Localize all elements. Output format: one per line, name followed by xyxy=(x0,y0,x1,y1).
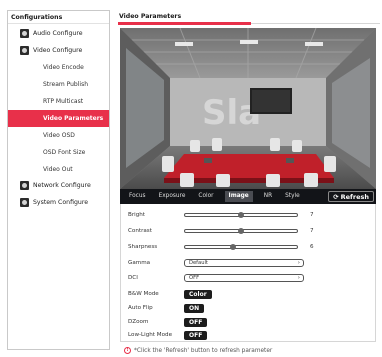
video-icon xyxy=(20,46,29,55)
gamma-select[interactable]: Default › xyxy=(184,259,304,267)
sidebar-title: Configurations xyxy=(8,11,109,24)
bw-mode-row: B&W Mode Color xyxy=(121,288,375,300)
auto-flip-label: Auto Flip xyxy=(128,305,153,311)
sidebar-item-video-configure[interactable]: Video Configure xyxy=(8,42,109,59)
sidebar-item-stream-publish[interactable]: Stream Publish xyxy=(8,76,109,93)
dci-select[interactable]: OFF › xyxy=(184,274,304,282)
sidebar-item-video-encode[interactable]: Video Encode xyxy=(8,59,109,76)
bright-label: Bright xyxy=(128,212,145,218)
bw-mode-label: B&W Mode xyxy=(128,291,159,297)
low-light-mode-toggle[interactable]: OFF xyxy=(184,330,208,340)
slider-handle[interactable] xyxy=(238,228,244,234)
title-underline xyxy=(118,22,251,25)
audio-icon xyxy=(20,29,29,38)
slider-handle[interactable] xyxy=(230,244,236,250)
parameter-tabs: Focus Exposure Color Image NR Style ⟳ Re… xyxy=(120,189,376,204)
sharpness-value: 6 xyxy=(310,244,314,250)
dzoom-label: DZoom xyxy=(128,319,149,325)
bright-slider[interactable] xyxy=(184,212,298,218)
system-icon xyxy=(20,198,29,207)
contrast-label: Contrast xyxy=(128,228,152,234)
chevron-right-icon: › xyxy=(297,260,300,266)
slider-track xyxy=(184,245,298,249)
gamma-row: Gamma Default › xyxy=(121,257,375,269)
sidebar: Configurations Audio Configure Video Con… xyxy=(7,10,110,350)
sidebar-item-label: Audio Configure xyxy=(33,30,83,37)
dzoom-row: DZoom OFF xyxy=(121,316,375,328)
video-preview[interactable]: Sla xyxy=(120,28,376,189)
tab-style[interactable]: Style xyxy=(283,191,302,202)
gamma-selected-value: Default xyxy=(189,260,208,266)
tab-image[interactable]: Image xyxy=(224,191,253,202)
bw-mode-toggle[interactable]: Color xyxy=(184,289,212,299)
sidebar-item-rtp-multicast[interactable]: RTP Multicast xyxy=(8,93,109,110)
gamma-label: Gamma xyxy=(128,260,151,266)
network-icon xyxy=(20,181,29,190)
info-icon: ! xyxy=(124,347,131,354)
refresh-icon: ⟳ xyxy=(333,192,339,201)
contrast-slider[interactable] xyxy=(184,228,298,234)
sidebar-item-audio-configure[interactable]: Audio Configure xyxy=(8,25,109,42)
low-light-mode-label: Low-Light Mode xyxy=(128,332,173,338)
refresh-hint-text: *Click the 'Refresh' button to refresh p… xyxy=(134,347,273,354)
bright-row: Bright 7 xyxy=(121,209,375,221)
dci-selected-value: OFF xyxy=(189,275,200,281)
sidebar-item-video-parameters[interactable]: Video Parameters xyxy=(8,110,109,127)
sidebar-item-video-osd[interactable]: Video OSD xyxy=(8,127,109,144)
slider-handle[interactable] xyxy=(238,212,244,218)
auto-flip-toggle[interactable]: ON xyxy=(184,303,205,313)
sharpness-row: Sharpness 6 xyxy=(121,241,375,253)
tab-exposure[interactable]: Exposure xyxy=(157,191,188,202)
sidebar-item-osd-font-size[interactable]: OSD Font Size xyxy=(8,144,109,161)
dci-label: DCI xyxy=(128,275,138,281)
sidebar-item-label: Video Configure xyxy=(33,47,83,54)
sidebar-item-system-configure[interactable]: System Configure xyxy=(8,194,109,211)
tab-focus[interactable]: Focus xyxy=(127,191,148,202)
tab-nr[interactable]: NR xyxy=(262,191,274,202)
contrast-row: Contrast 7 xyxy=(121,225,375,237)
dci-row: DCI OFF › xyxy=(121,272,375,284)
sidebar-item-video-out[interactable]: Video Out xyxy=(8,161,109,178)
dzoom-toggle[interactable]: OFF xyxy=(184,317,208,327)
refresh-label: Refresh xyxy=(340,192,369,201)
bright-value: 7 xyxy=(310,212,314,218)
sidebar-item-label: Network Configure xyxy=(33,182,91,189)
image-parameters: Bright 7 Contrast 7 Sharpness 6 Gamma De… xyxy=(120,204,376,342)
refresh-hint: ! *Click the 'Refresh' button to refresh… xyxy=(124,347,272,354)
low-light-mode-row: Low-Light Mode OFF xyxy=(121,329,375,341)
video-preview-image: Sla xyxy=(120,28,376,189)
sidebar-item-label: System Configure xyxy=(33,199,89,206)
refresh-button[interactable]: ⟳ Refresh xyxy=(328,191,374,202)
auto-flip-row: Auto Flip ON xyxy=(121,302,375,314)
contrast-value: 7 xyxy=(310,228,314,234)
main-panel: Video Parameters Sla Focus Exposure Colo… xyxy=(118,10,380,357)
sidebar-item-network-configure[interactable]: Network Configure xyxy=(8,177,109,194)
sharpness-label: Sharpness xyxy=(128,244,158,250)
chevron-right-icon: › xyxy=(297,275,300,281)
sharpness-slider[interactable] xyxy=(184,244,298,250)
tab-color[interactable]: Color xyxy=(196,191,215,202)
